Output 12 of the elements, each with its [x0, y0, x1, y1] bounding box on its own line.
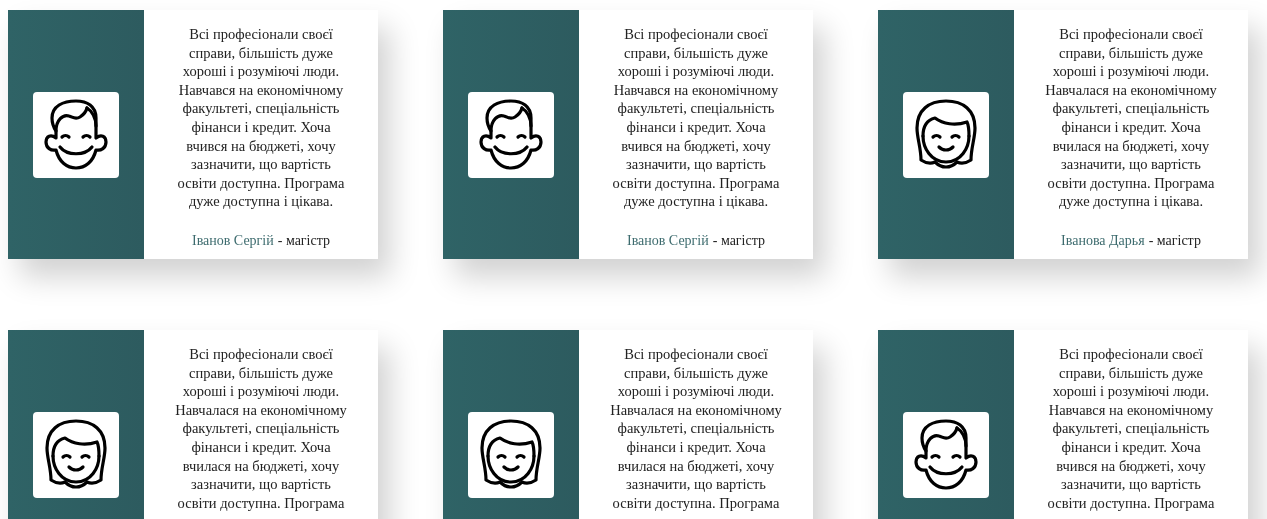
- review-text: Всі професіонали своєї справи, більшість дуже хороші і розуміючі люди. Навчалася на економічному факультеті, спеціальність фінанси і кредит. Хоча вчилася на бюджеті, хочу зазначити, що вартість освіти доступна. Програма: [174, 345, 348, 513]
- review-text: Всі професіонали своєї справи, більшість дуже хороші і розуміючі люди. Навчався на економічному факультеті, спеціальність фінанси і кредит. Хоча вчився на бюджеті, хочу зазначити, що вартість освіти доступна. Програма дуже доступна і цікава.: [611, 25, 781, 211]
- author-name: Іванов Сергій: [626, 232, 709, 249]
- author-degree: - магістр: [277, 232, 330, 249]
- review-text: Всі професіонали своєї справи, більшість дуже хороші і розуміючі люди. Навчався на економічному факультеті, спеціальність фінанси і кредит. Хоча вчився на бюджеті, хочу зазначити, що вартість освіти доступна. Програма: [1046, 345, 1216, 513]
- author-degree: - магістр: [1148, 232, 1201, 249]
- review-text: Всі професіонали своєї справи, більшість дуже хороші і розуміючі люди. Навчалася на економічному факультеті, спеціальність фінанси і кредит. Хоча вчилася на бюджеті, хочу зазначити, що вартість освіти доступна. Програма дуже доступна і цікава.: [1044, 25, 1218, 211]
- author-degree: - магістр: [712, 232, 765, 249]
- review-text: Всі професіонали своєї справи, більшість дуже хороші і розуміючі люди. Навчалася на економічному факультеті, спеціальність фінанси і кредит. Хоча вчилася на бюджеті, хочу зазначити, що вартість освіти доступна. Програма: [609, 345, 783, 513]
- author-name: Іванова Дарья: [1061, 232, 1145, 249]
- author-name: Іванов Сергій: [191, 232, 274, 249]
- review-text: Всі професіонали своєї справи, більшість дуже хороші і розуміючі люди. Навчався на економічному факультеті, спеціальність фінанси і кредит. Хоча вчився на бюджеті, хочу зазначити, що вартість освіти доступна. Програма дуже доступна і цікава.: [176, 25, 346, 211]
